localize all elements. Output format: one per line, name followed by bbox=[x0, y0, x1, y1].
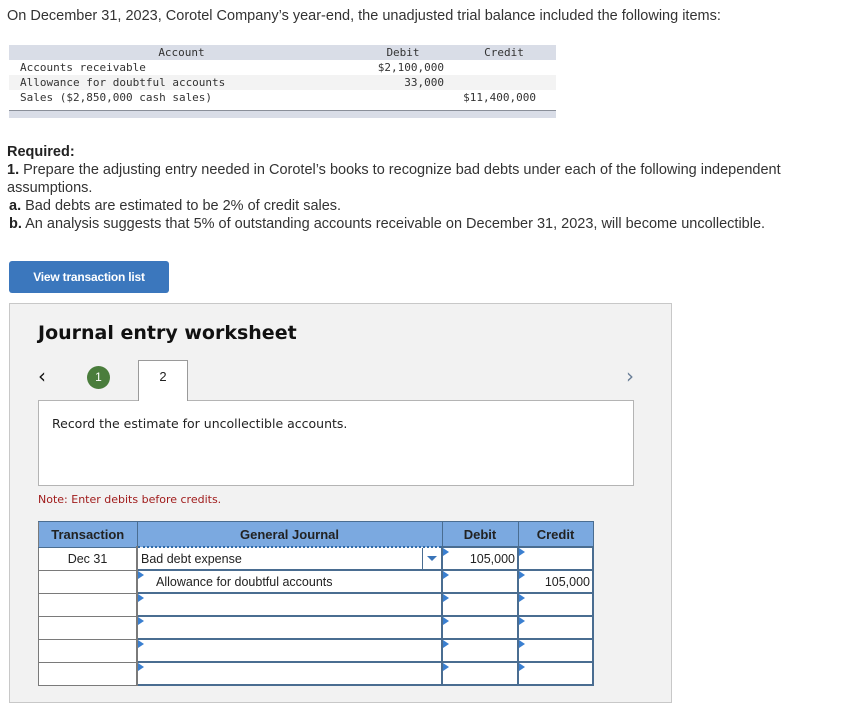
trial-balance-table: Account Debit Credit Accounts receivable… bbox=[9, 45, 556, 118]
view-transaction-list-button[interactable]: View transaction list bbox=[9, 261, 169, 293]
worksheet-title: Journal entry worksheet bbox=[38, 322, 297, 344]
required-item-b: b. An analysis suggests that 5% of outst… bbox=[7, 215, 781, 233]
debit-input[interactable] bbox=[441, 592, 519, 617]
account-select[interactable] bbox=[136, 638, 443, 663]
journal-header-row: Transaction General Journal Debit Credit bbox=[38, 521, 594, 548]
transaction-cell bbox=[38, 592, 138, 617]
trial-balance-row: Accounts receivable $2,100,000 bbox=[9, 60, 556, 75]
item-text: Prepare the adjusting entry needed in Co… bbox=[19, 162, 781, 178]
cell-marker-icon bbox=[443, 548, 449, 556]
item-text: An analysis suggests that 5% of outstand… bbox=[21, 216, 766, 232]
cell-marker-icon bbox=[138, 571, 144, 579]
entry-description: Record the estimate for uncollectible ac… bbox=[52, 416, 348, 431]
cell-marker-icon bbox=[443, 663, 449, 671]
row-credit bbox=[444, 75, 546, 90]
credit-value: 105,000 bbox=[544, 574, 590, 589]
cell-marker-icon bbox=[443, 640, 449, 648]
intro-text: On December 31, 2023, Corotel Company’s … bbox=[7, 8, 721, 24]
header-credit: Credit bbox=[484, 46, 524, 59]
chevron-left-icon[interactable]: ‹ bbox=[38, 364, 46, 388]
item-label: b. bbox=[9, 216, 22, 232]
step-1-completed[interactable]: 1 bbox=[87, 366, 110, 389]
header-transaction: Transaction bbox=[38, 521, 138, 548]
cell-marker-icon bbox=[519, 663, 525, 671]
credit-input[interactable] bbox=[517, 592, 594, 617]
entry-description-box bbox=[38, 400, 634, 486]
journal-row bbox=[38, 661, 594, 686]
header-account: Account bbox=[158, 46, 205, 59]
step-2-tab-active[interactable]: 2 bbox=[138, 360, 188, 401]
row-debit: $2,100,000 bbox=[377, 61, 444, 74]
row-account: Sales ($2,850,000 cash sales) bbox=[20, 91, 213, 104]
trial-balance-row: Sales ($2,850,000 cash sales) $11,400,00… bbox=[9, 90, 556, 105]
journal-row bbox=[38, 638, 594, 663]
journal-row: Dec 31 Bad debt expense 105,000 bbox=[38, 546, 594, 571]
required-item-1: 1. Prepare the adjusting entry needed in… bbox=[7, 161, 781, 179]
credit-input[interactable] bbox=[517, 546, 594, 571]
account-select[interactable]: Bad debt expense bbox=[136, 546, 443, 571]
credit-input[interactable]: 105,000 bbox=[517, 569, 594, 594]
note-text: Note: Enter debits before credits. bbox=[38, 493, 222, 506]
debit-input[interactable]: 105,000 bbox=[441, 546, 519, 571]
required-section: Required: 1. Prepare the adjusting entry… bbox=[7, 143, 781, 233]
credit-input[interactable] bbox=[517, 661, 594, 686]
row-account: Allowance for doubtful accounts bbox=[20, 76, 226, 89]
cell-marker-icon bbox=[519, 548, 525, 556]
cell-marker-icon bbox=[519, 571, 525, 579]
trial-balance-header: Account Debit Credit bbox=[9, 45, 556, 60]
transaction-cell bbox=[38, 615, 138, 640]
chevron-right-icon[interactable]: › bbox=[626, 364, 634, 388]
trial-balance-footer bbox=[9, 110, 556, 118]
cell-marker-icon bbox=[443, 617, 449, 625]
cell-marker-icon bbox=[443, 594, 449, 602]
debit-input[interactable] bbox=[441, 661, 519, 686]
debit-input[interactable] bbox=[441, 615, 519, 640]
required-item-a: a. Bad debts are estimated to be 2% of c… bbox=[7, 197, 781, 215]
account-select[interactable] bbox=[136, 592, 443, 617]
transaction-cell: Dec 31 bbox=[38, 546, 138, 571]
debit-input[interactable] bbox=[441, 569, 519, 594]
debit-value: 105,000 bbox=[469, 551, 515, 566]
credit-input[interactable] bbox=[517, 638, 594, 663]
row-account: Accounts receivable bbox=[20, 61, 146, 74]
cell-marker-icon bbox=[519, 594, 525, 602]
journal-row: Allowance for doubtful accounts 105,000 bbox=[38, 569, 594, 594]
account-value: Allowance for doubtful accounts bbox=[156, 574, 333, 589]
cell-marker-icon bbox=[443, 571, 449, 579]
cell-marker-icon bbox=[138, 640, 144, 648]
row-credit bbox=[444, 60, 546, 75]
header-general-journal: General Journal bbox=[136, 521, 443, 548]
item-text: Bad debts are estimated to be 2% of cred… bbox=[21, 198, 342, 214]
account-select[interactable] bbox=[136, 615, 443, 640]
required-item-1-cont: assumptions. bbox=[7, 180, 93, 196]
cell-marker-icon bbox=[138, 663, 144, 671]
trial-balance-row: Allowance for doubtful accounts 33,000 bbox=[9, 75, 556, 90]
item-label: a. bbox=[9, 198, 22, 214]
account-value: Bad debt expense bbox=[141, 551, 242, 566]
cell-marker-icon bbox=[519, 640, 525, 648]
chevron-down-icon bbox=[427, 556, 437, 561]
row-credit: $11,400,000 bbox=[463, 91, 536, 104]
credit-input[interactable] bbox=[517, 615, 594, 640]
account-select[interactable]: Allowance for doubtful accounts bbox=[136, 569, 443, 594]
general-journal-table: Transaction General Journal Debit Credit… bbox=[38, 521, 594, 686]
header-debit: Debit bbox=[441, 521, 519, 548]
cell-marker-icon bbox=[138, 594, 144, 602]
header-credit: Credit bbox=[517, 521, 594, 548]
journal-row bbox=[38, 615, 594, 640]
item-number: 1. bbox=[7, 162, 20, 178]
cell-marker-icon bbox=[138, 617, 144, 625]
transaction-cell bbox=[38, 569, 138, 594]
row-debit bbox=[354, 90, 444, 105]
cell-marker-icon bbox=[519, 617, 525, 625]
header-debit: Debit bbox=[386, 46, 420, 59]
required-heading: Required: bbox=[7, 144, 75, 160]
account-select[interactable] bbox=[136, 661, 443, 686]
row-debit: 33,000 bbox=[404, 76, 444, 89]
dropdown-button[interactable] bbox=[422, 548, 441, 569]
journal-row bbox=[38, 592, 594, 617]
transaction-cell bbox=[38, 638, 138, 663]
transaction-cell bbox=[38, 661, 138, 686]
debit-input[interactable] bbox=[441, 638, 519, 663]
